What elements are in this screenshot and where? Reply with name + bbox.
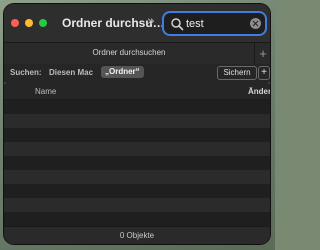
empty-row — [4, 156, 270, 170]
item-count: 0 Objekte — [119, 231, 155, 240]
status-bar: 0 Objekte — [4, 226, 270, 244]
finder-window: Ordner durchsu… » Ordner durchsuchen + S… — [4, 4, 270, 244]
empty-row — [4, 184, 270, 198]
search-scope-bar: Suchen: Diesen Mac „Ordner“ Sichern + — [4, 64, 270, 82]
clear-search-icon[interactable] — [250, 18, 261, 29]
minimize-window-button[interactable] — [25, 19, 33, 27]
column-header-row: Name Änder — [4, 84, 270, 100]
results-list[interactable] — [4, 100, 270, 226]
empty-row — [4, 198, 270, 212]
scope-folder-button[interactable]: „Ordner“ — [101, 66, 144, 78]
search-icon — [171, 18, 184, 31]
empty-row — [4, 170, 270, 184]
search-input[interactable] — [186, 15, 246, 32]
empty-row — [4, 142, 270, 156]
tab-bar: Ordner durchsuchen + — [4, 42, 270, 66]
scope-this-mac-button[interactable]: Diesen Mac — [49, 68, 93, 77]
empty-row — [4, 212, 270, 226]
scope-label: Suchen: — [10, 68, 42, 77]
new-tab-button[interactable]: + — [254, 43, 270, 65]
toolbar-overflow-chevron-icon[interactable]: » — [147, 14, 155, 29]
fullscreen-window-button[interactable] — [39, 19, 47, 27]
search-field[interactable] — [164, 13, 265, 34]
column-header-name[interactable]: Name — [35, 87, 56, 96]
title-bar[interactable]: Ordner durchsu… » — [4, 4, 270, 42]
empty-row — [4, 100, 270, 114]
column-header-modified[interactable]: Änder — [248, 87, 270, 96]
save-search-button[interactable]: Sichern — [217, 66, 257, 80]
tab-search-folder[interactable]: Ordner durchsuchen — [4, 48, 254, 57]
empty-row — [4, 114, 270, 128]
close-window-button[interactable] — [11, 19, 19, 27]
empty-row — [4, 128, 270, 142]
add-criteria-button[interactable]: + — [258, 66, 270, 80]
